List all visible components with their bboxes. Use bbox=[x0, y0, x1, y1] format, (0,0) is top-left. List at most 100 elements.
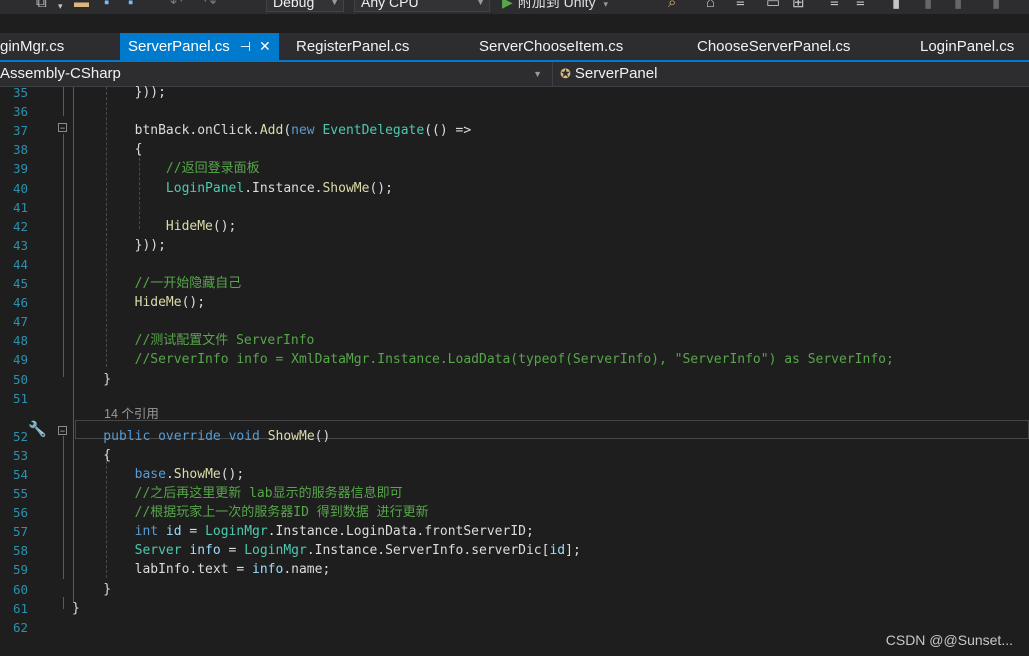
code-line[interactable]: 53 { bbox=[0, 446, 1029, 465]
close-icon[interactable]: ✕ bbox=[259, 38, 271, 54]
redo-icon[interactable]: ↷ bbox=[204, 0, 217, 12]
next-bookmark-icon[interactable]: ▮ bbox=[954, 0, 962, 12]
code-line[interactable]: 35 })); bbox=[0, 83, 1029, 102]
code-token: override bbox=[158, 428, 221, 444]
line-number: 38 bbox=[12, 142, 28, 158]
code-line[interactable]: 49 //ServerInfo info = XmlDataMgr.Instan… bbox=[0, 350, 1029, 369]
code-line[interactable]: 45 //一开始隐藏自己 bbox=[0, 274, 1029, 293]
new-project-dropdown-icon[interactable]: ▾ bbox=[58, 0, 63, 14]
code-token: (); bbox=[181, 295, 206, 311]
code-line[interactable]: 43 })); bbox=[0, 236, 1029, 255]
code-line[interactable]: 36 bbox=[0, 102, 1029, 121]
code-line[interactable]: 40 LoginPanel.Instance.ShowMe(); bbox=[0, 179, 1029, 198]
code-token: //根据玩家上一次的服务器ID 得到数据 进行更新 bbox=[72, 505, 429, 521]
code-line[interactable]: 59 labInfo.text = info.name; bbox=[0, 560, 1029, 579]
tab-registerpanel[interactable]: RegisterPanel.cs bbox=[296, 33, 409, 60]
code-token: //测试配置文件 ServerInfo bbox=[72, 333, 315, 349]
platform-select[interactable]: Any CPU ▼ bbox=[354, 0, 490, 12]
find-icon[interactable]: ⌕ bbox=[668, 0, 676, 12]
line-number: 50 bbox=[12, 371, 28, 387]
window-icon[interactable]: ▭ bbox=[766, 0, 780, 12]
code-token: } bbox=[72, 600, 80, 616]
home-icon[interactable]: ⌂ bbox=[706, 0, 715, 12]
code-token: labInfo.text = bbox=[72, 562, 253, 578]
tab-label: ginMgr.cs bbox=[0, 38, 65, 55]
code-line[interactable]: 44 bbox=[0, 255, 1029, 274]
code-token: ( bbox=[283, 123, 292, 139]
pin-icon[interactable]: ⊣ bbox=[240, 39, 251, 54]
outdent-icon[interactable]: ≡ bbox=[830, 0, 839, 12]
toolbar: ⧉ ▾ ▬ ▪ ▪ ↶ ↷ Debug ▼ Any CPU ▼ ▶ 附加到 Uni… bbox=[0, 0, 1029, 14]
code-line[interactable]: 47 bbox=[0, 312, 1029, 331]
code-token: info bbox=[189, 543, 221, 559]
code-line[interactable]: 37 btnBack.onClick.Add(new EventDelegate… bbox=[0, 121, 1029, 140]
code-text: } bbox=[72, 599, 80, 618]
project-dropdown[interactable]: Assembly-CSharp ▼ bbox=[0, 64, 548, 84]
bookmark-icon[interactable]: ▮ bbox=[892, 0, 900, 12]
code-line[interactable]: 48 //测试配置文件 ServerInfo bbox=[0, 331, 1029, 350]
code-line[interactable]: 56 //根据玩家上一次的服务器ID 得到数据 进行更新 bbox=[0, 503, 1029, 522]
platform-value: Any CPU bbox=[361, 0, 419, 10]
line-number: 45 bbox=[12, 276, 28, 291]
tab-chooseserverpanel[interactable]: ChooseServerPanel.cs bbox=[697, 33, 850, 60]
tab-loginmgr[interactable]: ginMgr.cs bbox=[0, 33, 64, 60]
code-line[interactable]: 54 base.ShowMe(); bbox=[0, 465, 1029, 484]
tab-serverpanel[interactable]: ServerPanel.cs ⊣ ✕ bbox=[120, 33, 279, 60]
code-line[interactable]: 62 bbox=[0, 618, 1029, 637]
line-number: 44 bbox=[12, 256, 28, 272]
layout-icon[interactable]: ⊞ bbox=[792, 0, 805, 12]
save-all-icon[interactable]: ▪ bbox=[128, 0, 133, 12]
line-number: 42 bbox=[12, 218, 28, 234]
code-line[interactable]: 51 bbox=[0, 389, 1029, 408]
class-dropdown[interactable]: ✪ ServerPanel bbox=[560, 64, 1029, 84]
code-line[interactable]: 42 HideMe(); bbox=[0, 217, 1029, 236]
code-editor[interactable]: − − 14 个引用 🔧 35 })); 36 37 btnBack.onClick… bbox=[0, 85, 1029, 656]
code-token: () bbox=[314, 428, 331, 444]
code-token: HideMe bbox=[134, 295, 182, 311]
code-text: { bbox=[72, 140, 143, 159]
code-token: LoginPanel bbox=[165, 180, 245, 196]
code-text: HideMe(); bbox=[72, 217, 236, 236]
code-line[interactable]: 39 //返回登录面板 bbox=[0, 159, 1029, 178]
clear-bookmarks-icon[interactable]: ▮ bbox=[992, 0, 1000, 12]
undo-icon[interactable]: ↶ bbox=[170, 0, 183, 12]
line-number: 51 bbox=[12, 390, 28, 406]
configuration-select[interactable]: Debug ▼ bbox=[266, 0, 344, 12]
code-token: EventDelegate bbox=[322, 123, 425, 139]
code-text: Server info = LoginMgr.Instance.ServerIn… bbox=[72, 541, 581, 560]
open-folder-icon[interactable]: ▬ bbox=[74, 0, 89, 12]
code-line[interactable]: 57 int id = LoginMgr.Instance.LoginData.… bbox=[0, 522, 1029, 541]
attach-unity-button[interactable]: ▶ 附加到 Unity ▾ bbox=[502, 0, 608, 13]
save-icon[interactable]: ▪ bbox=[104, 0, 109, 12]
code-text: int id = LoginMgr.Instance.LoginData.fro… bbox=[72, 522, 534, 541]
code-line[interactable]: 41 bbox=[0, 198, 1029, 217]
code-token: HideMe bbox=[165, 218, 213, 234]
tab-label: ChooseServerPanel.cs bbox=[697, 38, 851, 55]
code-line[interactable]: 58 Server info = LoginMgr.Instance.Serve… bbox=[0, 541, 1029, 560]
code-text: //ServerInfo info = XmlDataMgr.Instance.… bbox=[72, 350, 894, 369]
filter-icon[interactable]: ≡ bbox=[736, 0, 745, 12]
code-line[interactable]: 38 { bbox=[0, 140, 1029, 159]
code-token: btnBack.onClick. bbox=[72, 123, 260, 139]
code-line[interactable]: 55 //之后再这里更新 lab显示的服务器信息即可 bbox=[0, 484, 1029, 503]
new-project-icon[interactable]: ⧉ bbox=[36, 0, 47, 12]
tab-serverchooseitem[interactable]: ServerChooseItem.cs bbox=[479, 33, 623, 60]
code-line[interactable]: 46 HideMe(); bbox=[0, 293, 1029, 312]
tab-label: RegisterPanel.cs bbox=[296, 38, 410, 55]
line-number: 55 bbox=[12, 486, 28, 501]
tab-loginpanel[interactable]: LoginPanel.cs bbox=[920, 33, 1014, 60]
indent-icon[interactable]: ≡ bbox=[856, 0, 865, 12]
chevron-down-icon: ▾ bbox=[603, 0, 608, 9]
line-number: 49 bbox=[12, 352, 28, 368]
line-number: 36 bbox=[12, 104, 28, 120]
code-line[interactable]: 52 public override void ShowMe() bbox=[0, 427, 1029, 446]
prev-bookmark-icon[interactable]: ▮ bbox=[924, 0, 932, 12]
code-line[interactable]: 61} bbox=[0, 599, 1029, 618]
code-text: //返回登录面板 bbox=[72, 159, 260, 178]
class-name: ServerPanel bbox=[574, 65, 658, 82]
code-line[interactable]: 50 } bbox=[0, 370, 1029, 389]
code-line[interactable]: 60 } bbox=[0, 580, 1029, 599]
code-token: //返回登录面板 bbox=[72, 161, 260, 177]
line-number: 57 bbox=[12, 524, 28, 540]
